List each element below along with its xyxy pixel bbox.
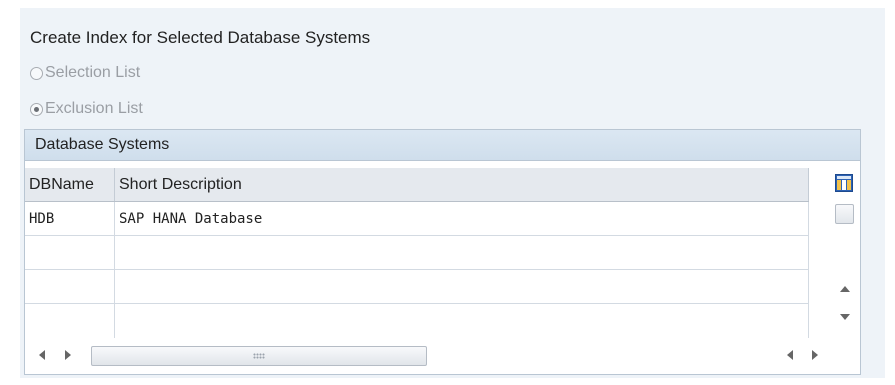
database-systems-table: Database Systems DBName Short Descriptio… — [24, 129, 861, 375]
table-cell-dbname[interactable]: HDB — [25, 202, 115, 235]
table-cell-description[interactable]: SAP HANA Database — [115, 202, 809, 235]
section-heading: Create Index for Selected Database Syste… — [30, 28, 371, 47]
column-header-dbname[interactable]: DBName — [25, 168, 115, 201]
index-settings-panel: Create Index for Selected Database Syste… — [20, 8, 885, 378]
selection-list-option[interactable]: Selection List — [30, 62, 140, 84]
table-cell-description[interactable] — [115, 270, 809, 303]
selection-list-radio[interactable] — [30, 66, 43, 80]
table-cell-dbname[interactable] — [25, 304, 115, 338]
column-header-short-description[interactable]: Short Description — [115, 168, 809, 201]
select-all-checkbox[interactable] — [835, 204, 854, 224]
vertical-scrollbar[interactable] — [833, 202, 857, 332]
table-row[interactable] — [25, 270, 809, 304]
horizontal-scroll-thumb[interactable] — [91, 346, 427, 366]
horizontal-scrollbar[interactable] — [25, 338, 860, 372]
table-cell-description[interactable] — [115, 304, 809, 338]
selection-list-label: Selection List — [45, 64, 141, 81]
table-row[interactable] — [25, 236, 809, 270]
exclusion-list-label: Exclusion List — [45, 100, 143, 117]
scroll-right-icon[interactable] — [812, 350, 818, 360]
table-layout-icon[interactable] — [835, 174, 853, 192]
table-row[interactable]: HDB SAP HANA Database — [25, 202, 809, 236]
table-header-row: DBName Short Description — [25, 168, 809, 202]
table-row[interactable] — [25, 304, 809, 338]
scroll-up-icon[interactable] — [840, 286, 850, 292]
table-cell-dbname[interactable] — [25, 270, 115, 303]
table-cell-description[interactable] — [115, 236, 809, 269]
scroll-left-icon[interactable] — [787, 350, 793, 360]
table-grid: DBName Short Description HDB SAP HANA Da… — [25, 168, 809, 338]
exclusion-list-option[interactable]: Exclusion List — [30, 98, 143, 120]
table-cell-dbname[interactable] — [25, 236, 115, 269]
scroll-right-icon[interactable] — [65, 350, 71, 360]
scroll-down-icon[interactable] — [840, 314, 850, 320]
exclusion-list-radio[interactable] — [30, 102, 43, 116]
scroll-left-icon[interactable] — [39, 350, 45, 360]
table-title: Database Systems — [25, 130, 860, 161]
grip-icon — [253, 353, 265, 359]
